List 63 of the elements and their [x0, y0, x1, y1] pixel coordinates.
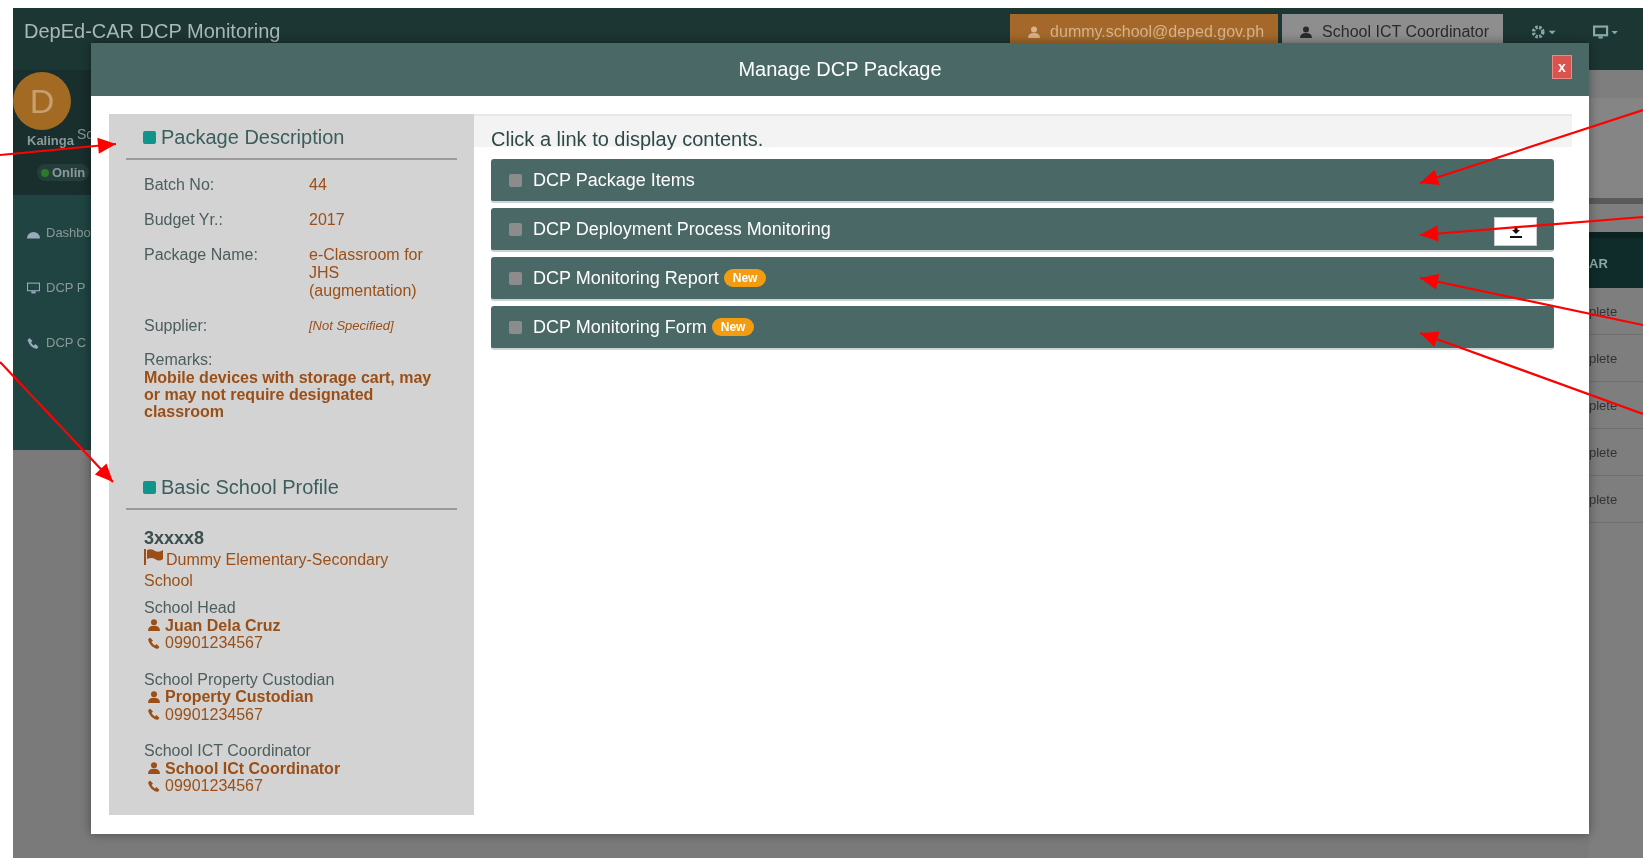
contact-phone: 09901234567: [165, 705, 263, 723]
remarks-text: Mobile devices with storage cart, may or may not require designated classroom: [143, 369, 433, 420]
person-icon: [148, 690, 160, 703]
hint-text: Click a link to display contents.: [474, 114, 1572, 151]
new-badge: New: [711, 318, 755, 336]
contact-name: School ICt Coordinator: [165, 759, 341, 777]
accordion-link[interactable]: DCP Monitoring Form New: [491, 306, 1554, 350]
phone-icon: [148, 636, 160, 649]
new-badge: New: [723, 269, 767, 287]
contact-role: School Property Custodian: [144, 670, 336, 688]
contact-phone: 09901234567: [165, 634, 263, 652]
accordion-link[interactable]: DCP Monitoring Report New: [491, 257, 1554, 301]
table-header: AR: [1589, 232, 1643, 288]
field-label: Batch No:: [144, 176, 216, 194]
download-button[interactable]: [1494, 217, 1537, 246]
contact-name: Juan Dela Cruz: [165, 616, 281, 634]
download-icon: [1509, 225, 1522, 238]
avatar: D: [13, 72, 71, 130]
link-label: DCP Deployment Process Monitoring: [533, 218, 831, 240]
sidebar-item[interactable]: DCP C: [13, 315, 93, 370]
school-name: Dummy Elementary-Secondary School: [144, 549, 390, 591]
link-label: DCP Monitoring Form: [533, 316, 707, 338]
square-icon: [509, 271, 522, 285]
square-icon: [509, 320, 522, 334]
square-icon: [509, 222, 522, 236]
contact-role: School ICT Coordinator: [144, 742, 312, 760]
field-label: Remarks:: [143, 350, 214, 369]
modal-title: Manage DCP Package: [738, 58, 942, 81]
section-heading: Basic School Profile: [126, 472, 457, 510]
user-icon: [1300, 26, 1313, 38]
field-label: Budget Yr.:: [144, 211, 224, 229]
sidebar-item[interactable]: DCP P: [13, 260, 93, 315]
accordion-link[interactable]: DCP Package Items: [491, 159, 1554, 203]
field-label: Supplier:: [144, 317, 209, 335]
user-icon: [1028, 26, 1041, 38]
flag-icon: [144, 549, 164, 565]
close-button[interactable]: x: [1552, 55, 1572, 79]
link-label: DCP Package Items: [533, 169, 695, 191]
field-value: 44: [309, 176, 328, 194]
monitor-icon: [27, 281, 40, 294]
field-label: Package Name:: [144, 246, 259, 265]
person-icon: [148, 762, 160, 775]
online-status: Onlin: [37, 164, 90, 181]
person-icon: [148, 619, 160, 632]
phone-icon: [27, 336, 40, 349]
section-heading: Package Description: [126, 122, 457, 160]
contact-phone: 09901234567: [165, 777, 263, 795]
sidebar-item[interactable]: Dashbo: [13, 205, 93, 260]
phone-icon: [148, 779, 160, 792]
field-value: 2017: [309, 211, 346, 229]
contact-name: Property Custodian: [165, 688, 314, 706]
location-label: Kalinga: [27, 133, 74, 148]
school-code: 3xxxx8: [143, 527, 206, 549]
contact-role: School Head: [144, 599, 237, 617]
link-label: DCP Monitoring Report: [533, 267, 719, 289]
accordion-link[interactable]: DCP Deployment Process Monitoring: [491, 208, 1554, 252]
square-icon: [509, 173, 522, 187]
phone-icon: [148, 708, 160, 721]
field-value: e-Classroom for JHS (augmentation): [309, 246, 424, 300]
field-value: [Not Specified]: [309, 317, 395, 335]
settings-icon[interactable]: [1531, 25, 1557, 39]
app-title: DepEd-CAR DCP Monitoring: [24, 20, 281, 43]
monitor-icon[interactable]: [1593, 25, 1619, 39]
